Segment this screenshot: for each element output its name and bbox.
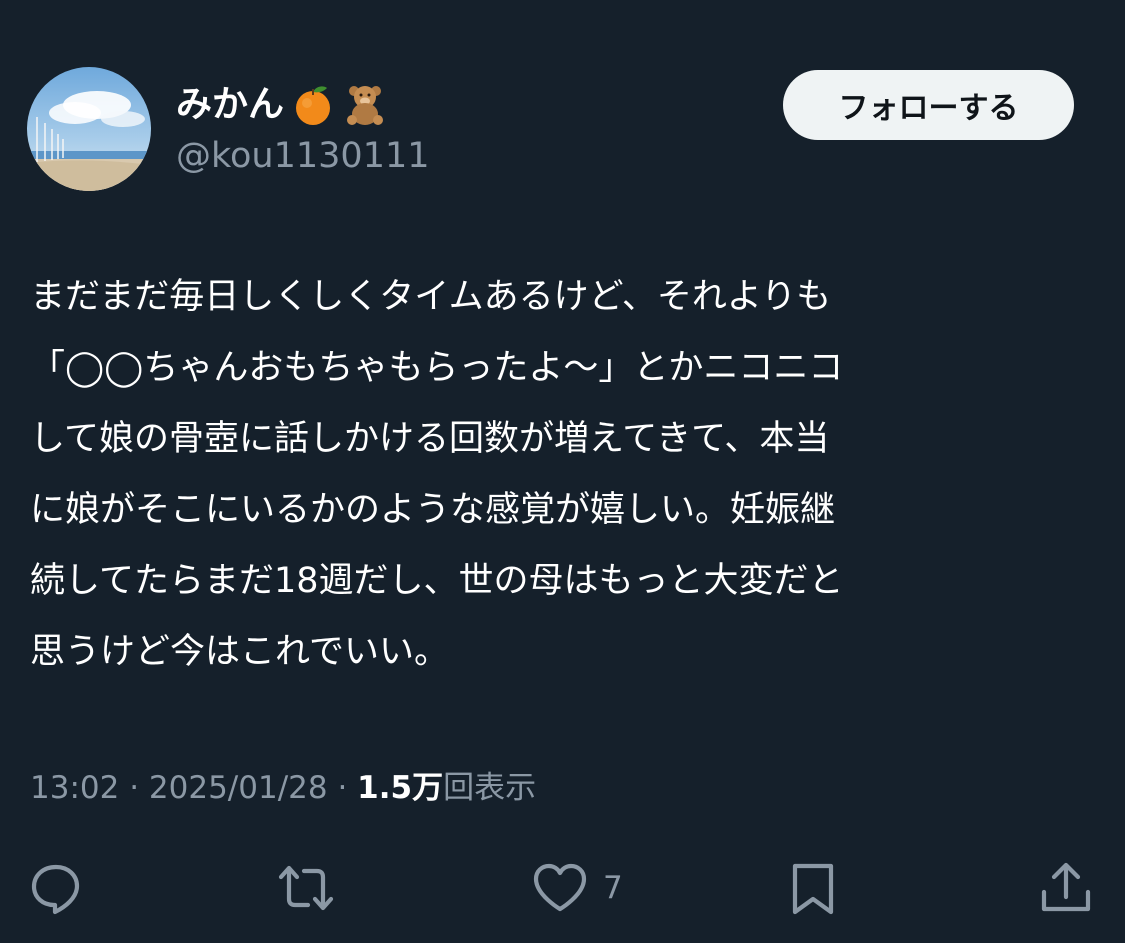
follow-button[interactable]: フォローする <box>783 70 1074 140</box>
teddy-bear-icon <box>342 82 388 128</box>
avatar[interactable] <box>27 67 151 191</box>
retweet-button[interactable] <box>277 858 335 918</box>
user-handle[interactable]: @kou1130111 <box>176 134 430 178</box>
display-name-text: みかん <box>176 84 285 125</box>
display-name[interactable]: みかん <box>176 78 388 132</box>
tweet-text-line: 続してたらまだ18週だし、世の母はもっと大変だと <box>30 561 844 601</box>
tweet-text-line: に娘がそこにいるかのような感覚が嬉しい。妊娠継 <box>30 490 836 530</box>
tweet-text: まだまだ毎日しくしくタイムあるけど、それよりも 「◯◯ちゃんおもちゃもらったよ〜… <box>30 262 1070 688</box>
bookmark-icon <box>792 863 834 915</box>
tweet-text-line: 「◯◯ちゃんおもちゃもらったよ〜」とかニコニコ <box>30 348 844 388</box>
tangerine-icon <box>290 82 336 128</box>
tweet-time[interactable]: 13:02 <box>30 770 119 806</box>
tweet-text-line: して娘の骨壺に話しかける回数が増えてきて、本当 <box>30 419 830 459</box>
reply-icon <box>31 864 80 915</box>
share-button[interactable] <box>1037 858 1095 918</box>
bookmark-button[interactable] <box>784 858 842 918</box>
tweet-text-line: まだまだ毎日しくしくタイムあるけど、それよりも <box>30 277 832 317</box>
tweet-meta: 13:02 · 2025/01/28 · 1.5万回表示 <box>30 764 536 812</box>
meta-separator: · <box>119 770 149 806</box>
action-bar: 7 <box>0 850 1125 926</box>
meta-separator: · <box>327 770 358 806</box>
views-label: 回表示 <box>443 770 537 806</box>
like-button[interactable]: 7 <box>531 858 623 918</box>
heart-icon <box>533 863 587 912</box>
like-count: 7 <box>603 870 623 906</box>
tweet-date[interactable]: 2025/01/28 <box>149 770 328 806</box>
share-icon <box>1041 862 1091 912</box>
reply-button[interactable] <box>27 858 85 918</box>
retweet-icon <box>278 865 334 911</box>
tweet-text-line: 思うけど今はこれでいい。 <box>30 632 449 672</box>
avatar-image <box>27 67 151 191</box>
views-count: 1.5万 <box>357 770 444 806</box>
